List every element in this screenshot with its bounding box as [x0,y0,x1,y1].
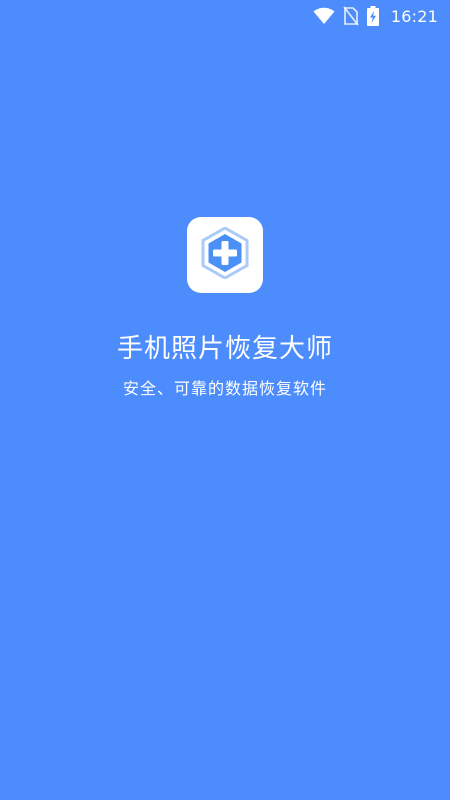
app-tagline: 安全、可靠的数据恢复软件 [122,379,327,398]
status-time: 16:21 [390,6,438,26]
wifi-icon [313,7,335,25]
app-title: 手机照片恢复大师 [116,334,333,364]
app-logo [187,217,263,293]
hexagon-plus-icon [201,226,249,283]
battery-charging-icon [366,6,379,26]
status-icons: 16:21 [313,5,438,27]
no-sim-icon [343,6,359,26]
status-bar: 16:21 [0,0,450,32]
